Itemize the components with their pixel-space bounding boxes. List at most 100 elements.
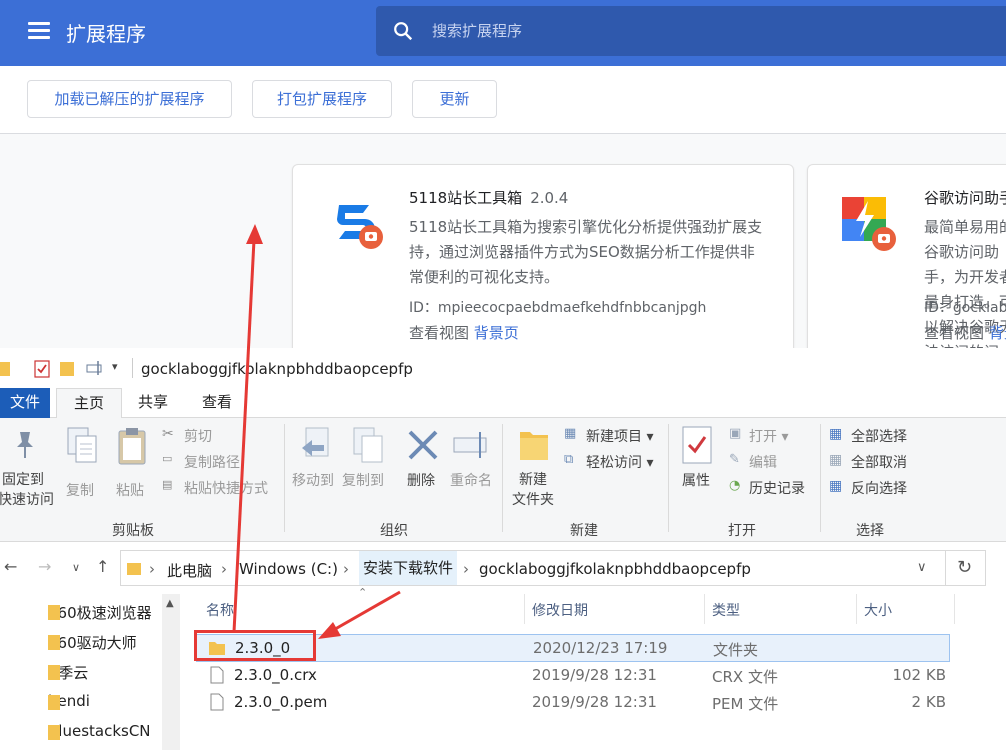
extensions-header: 扩展程序 搜索扩展程序 bbox=[0, 0, 1006, 66]
forward-arrow-icon[interactable]: → bbox=[38, 557, 51, 576]
paste-button[interactable]: 粘贴 bbox=[116, 480, 144, 500]
select-group-label: 选择 bbox=[856, 523, 884, 539]
address-bar[interactable]: › 此电脑 › Windows (C:) › 安装下载软件 › gocklabo… bbox=[120, 550, 946, 586]
open-icon: ▣ bbox=[729, 426, 742, 441]
column-header-size[interactable]: 大小 bbox=[864, 600, 892, 620]
organize-group-label: 组织 bbox=[380, 523, 408, 539]
sidebar-scrollbar[interactable]: ▲ bbox=[162, 594, 180, 750]
extension-description: 5118站长工具箱为搜索引擎优化分析提供强劲扩展支持，通过浏览器插件方式为SEO… bbox=[409, 218, 763, 286]
sidebar-item[interactable]: BluestacksCN bbox=[48, 722, 151, 746]
rename-icon[interactable] bbox=[86, 360, 104, 376]
file-row-crx[interactable]: 2.3.0_0.crx 2019/9/28 12:31 CRX 文件 102 K… bbox=[196, 662, 950, 690]
properties-button[interactable]: 属性 bbox=[682, 470, 710, 490]
search-input[interactable]: 搜索扩展程序 bbox=[376, 6, 1006, 56]
sidebar-item[interactable]: 360极速浏览器 bbox=[48, 602, 152, 626]
inspect-views: 查看视图 背景 bbox=[924, 322, 1006, 343]
column-header-date[interactable]: 修改日期 bbox=[532, 600, 588, 620]
address-bar-row: ← → ∨ ↑ › 此电脑 › Windows (C:) › 安装下载软件 › … bbox=[0, 542, 1006, 594]
background-page-link[interactable]: 背景 bbox=[989, 324, 1006, 342]
tab-home[interactable]: 主页 bbox=[56, 388, 122, 419]
new-folder-icon[interactable] bbox=[60, 360, 74, 376]
rename-button[interactable]: 重命名 bbox=[450, 470, 492, 490]
file-icon bbox=[210, 693, 224, 711]
easy-access-button[interactable]: 轻松访问 ▾ bbox=[586, 452, 653, 472]
file-row-pem[interactable]: 2.3.0_0.pem 2019/9/28 12:31 PEM 文件 2 KB bbox=[196, 689, 950, 717]
pack-extension-button[interactable]: 打包扩展程序 bbox=[252, 80, 392, 118]
extension-version: 2.0.4 bbox=[530, 189, 569, 207]
breadcrumb-drive-c[interactable]: Windows (C:) bbox=[239, 560, 338, 578]
edit-button[interactable]: 编辑 bbox=[749, 452, 777, 472]
properties-icon bbox=[682, 426, 712, 464]
chevron-down-icon[interactable]: ∨ bbox=[917, 560, 927, 575]
copy-to-button[interactable]: 复制到 bbox=[342, 470, 384, 490]
open-button[interactable]: 打开 ▾ bbox=[749, 426, 788, 446]
file-size: 102 KB bbox=[892, 666, 946, 684]
tab-view[interactable]: 查看 bbox=[190, 388, 244, 418]
copy-button[interactable]: 复制 bbox=[66, 480, 94, 500]
column-divider bbox=[856, 594, 857, 624]
background-page-link[interactable]: 背景页 bbox=[474, 324, 519, 342]
search-icon bbox=[394, 22, 413, 41]
invert-selection-button[interactable]: 反向选择 bbox=[851, 478, 907, 498]
file-date: 2019/9/28 12:31 bbox=[532, 693, 657, 711]
annotation-highlight-box bbox=[194, 630, 316, 661]
new-folder-button[interactable]: 新建 文件夹 bbox=[512, 470, 554, 510]
file-name: 2.3.0_0.crx bbox=[234, 666, 317, 684]
pin-to-quick-access-button[interactable]: 固定到 快速访问 bbox=[0, 470, 54, 510]
file-date: 2019/9/28 12:31 bbox=[532, 666, 657, 684]
scissors-icon: ✂ bbox=[162, 426, 174, 442]
navigation-pane: 360极速浏览器 360驱动大师 A季云 bendi BluestacksCN … bbox=[0, 594, 182, 750]
chevron-right-icon[interactable]: › bbox=[343, 560, 349, 578]
column-header-name[interactable]: 名称 bbox=[206, 600, 234, 620]
history-button[interactable]: 历史记录 bbox=[749, 478, 805, 498]
chevron-right-icon[interactable]: › bbox=[149, 560, 155, 578]
breadcrumb-downloads-folder[interactable]: 安装下载软件 bbox=[359, 551, 458, 585]
inspect-views: 查看视图 背景页 bbox=[409, 324, 519, 342]
breadcrumb-current-folder[interactable]: gocklaboggjfkolaknpbhddbaopcepfp bbox=[479, 560, 751, 578]
recent-locations-chevron-icon[interactable]: ∨ bbox=[72, 561, 80, 574]
cut-button[interactable]: 剪切 bbox=[184, 426, 212, 446]
tab-share[interactable]: 共享 bbox=[126, 388, 180, 418]
search-placeholder: 搜索扩展程序 bbox=[432, 22, 523, 40]
paste-shortcut-button[interactable]: 粘贴快捷方式 bbox=[184, 478, 268, 498]
file-icon bbox=[210, 666, 224, 684]
breadcrumb-this-pc[interactable]: 此电脑 bbox=[167, 560, 212, 581]
copy-path-button[interactable]: 复制路径 bbox=[184, 452, 240, 472]
scroll-up-icon[interactable]: ▲ bbox=[166, 598, 174, 609]
move-to-button[interactable]: 移动到 bbox=[292, 470, 334, 490]
new-folder-icon bbox=[520, 432, 548, 460]
update-button[interactable]: 更新 bbox=[412, 80, 497, 118]
tab-file[interactable]: 文件 bbox=[0, 388, 50, 418]
sidebar-item[interactable]: 360驱动大师 bbox=[48, 632, 137, 656]
ribbon-home: 固定到 快速访问 复制 粘贴 ✂ 剪切 ▭ 复制路径 ▤ 粘贴快捷方式 剪贴板 移… bbox=[0, 418, 1006, 542]
group-separator bbox=[820, 424, 821, 532]
extension-name: 谷歌访问助手 bbox=[924, 189, 1006, 207]
refresh-button[interactable]: ↻ bbox=[946, 550, 986, 586]
folder-icons bbox=[48, 605, 60, 740]
properties-check-icon[interactable] bbox=[34, 360, 50, 378]
paste-icon bbox=[118, 428, 146, 465]
chevron-right-icon[interactable]: › bbox=[463, 560, 469, 578]
load-unpacked-button[interactable]: 加载已解压的扩展程序 bbox=[27, 80, 232, 118]
select-none-icon: ▦ bbox=[829, 452, 843, 468]
refresh-icon: ↻ bbox=[957, 557, 973, 578]
delete-button[interactable]: 删除 bbox=[407, 470, 435, 490]
edit-icon: ✎ bbox=[729, 452, 740, 467]
open-group-label: 打开 bbox=[728, 523, 756, 539]
chevron-right-icon[interactable]: › bbox=[221, 560, 227, 578]
new-item-icon: ▦ bbox=[564, 426, 577, 441]
customize-qat-icon[interactable]: ▾ bbox=[112, 360, 118, 373]
pin-icon bbox=[17, 432, 33, 458]
invert-selection-icon: ▦ bbox=[829, 478, 843, 494]
select-all-button[interactable]: 全部选择 bbox=[851, 426, 907, 446]
group-separator bbox=[668, 424, 669, 532]
new-item-button[interactable]: 新建项目 ▾ bbox=[586, 426, 653, 446]
back-arrow-icon[interactable]: ← bbox=[4, 557, 17, 576]
file-size: 2 KB bbox=[911, 693, 946, 711]
hamburger-menu-icon[interactable] bbox=[28, 22, 50, 40]
select-none-button[interactable]: 全部取消 bbox=[851, 452, 907, 472]
file-list: 名称 ⌃ 修改日期 类型 大小 2.3.0_0 2020/12/23 17:19… bbox=[182, 586, 1006, 750]
column-header-type[interactable]: 类型 bbox=[712, 600, 740, 620]
up-arrow-icon[interactable]: ↑ bbox=[96, 557, 109, 576]
new-group-label: 新建 bbox=[570, 523, 598, 539]
